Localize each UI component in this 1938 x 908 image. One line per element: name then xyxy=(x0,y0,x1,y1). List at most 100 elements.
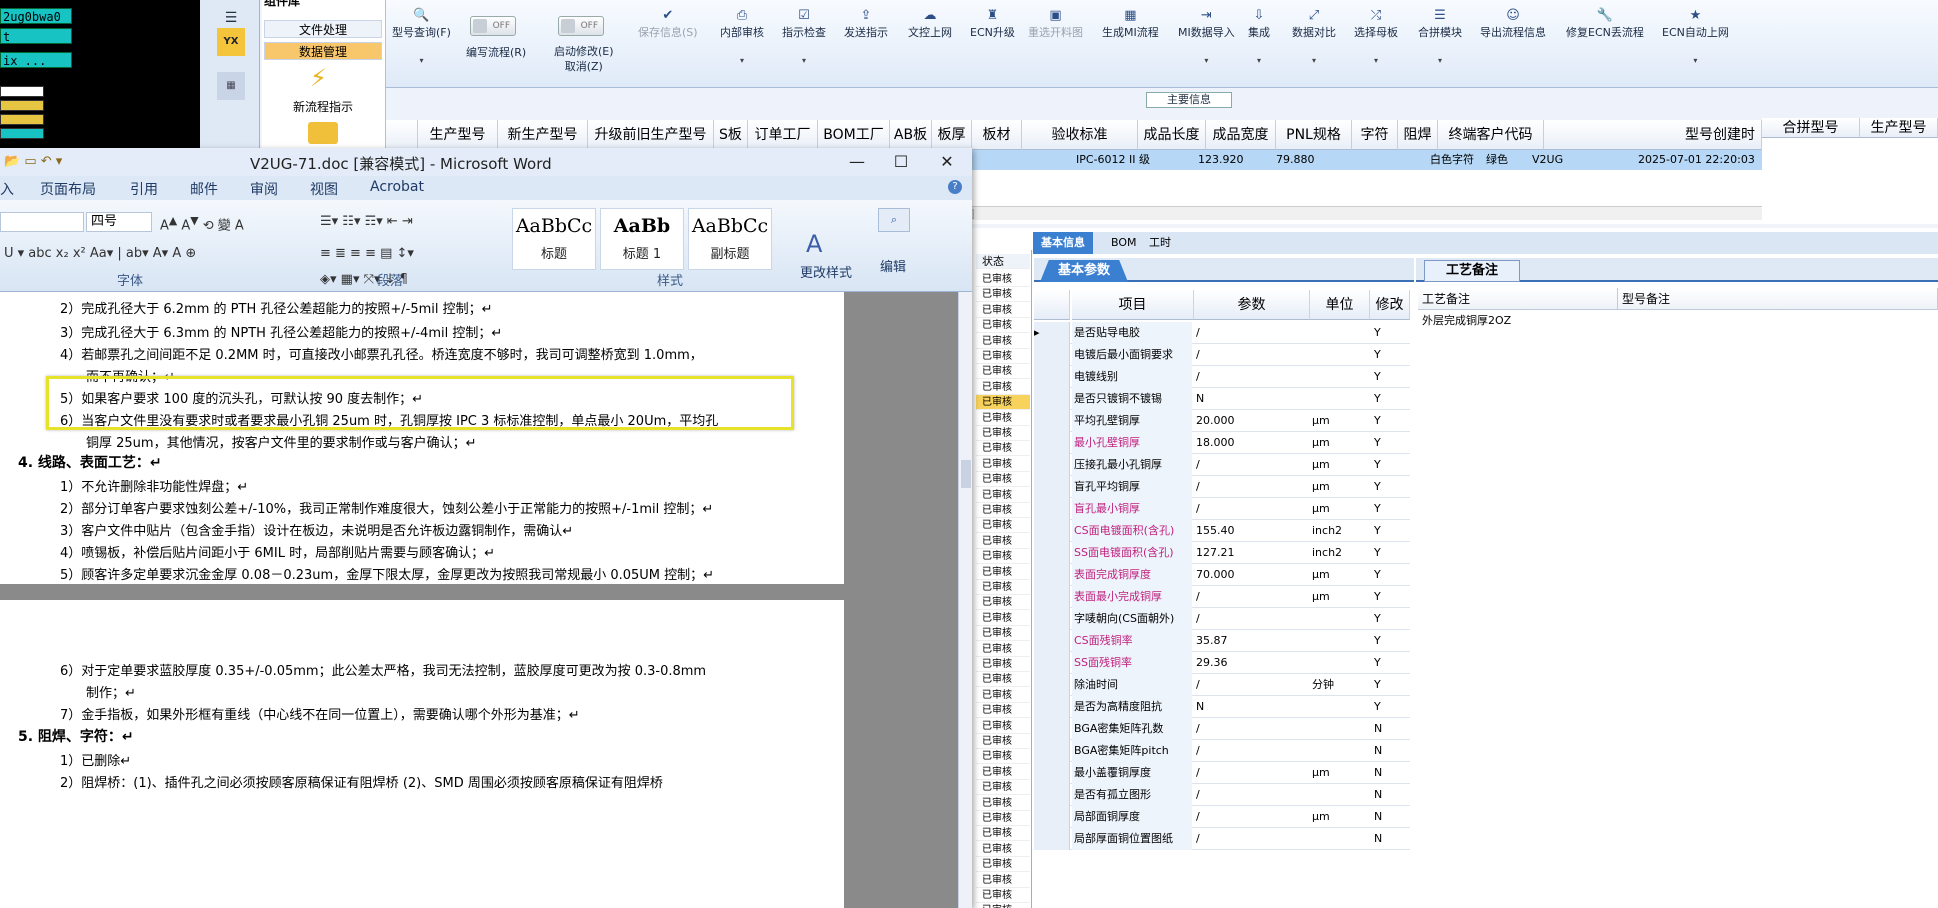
param-value[interactable]: / xyxy=(1194,476,1314,498)
status-cell[interactable]: 已审核 xyxy=(976,765,1030,780)
tab-review[interactable]: 审阅 xyxy=(250,179,278,199)
status-cell[interactable]: 已审核 xyxy=(976,503,1030,518)
font-format-icons[interactable]: U ▾ abc x₂ x² Aa▾ | ab▾ A▾ A ⊕ xyxy=(4,246,196,261)
param-row[interactable]: 局部厚面铜位置图纸 / N xyxy=(1034,828,1410,850)
edit-button[interactable]: 编辑 xyxy=(880,256,906,275)
status-cell[interactable]: 已审核 xyxy=(976,364,1030,380)
status-cell[interactable]: 已审核 xyxy=(976,826,1030,842)
ecn-auto-online-button[interactable]: ★ ECN自动上网 ▾ xyxy=(1662,8,1729,65)
col-header[interactable]: PNL规格 xyxy=(1276,120,1352,150)
status-cell[interactable]: 已审核 xyxy=(976,903,1030,908)
status-cell[interactable]: 已审核 xyxy=(976,518,1030,534)
param-row[interactable]: 局部面铜厚度 / μm N xyxy=(1034,806,1410,828)
send-instruction-button[interactable]: ⇪ 发送指示 xyxy=(844,8,888,40)
param-row[interactable]: 盲孔最小铜厚 / μm Y xyxy=(1034,498,1410,520)
status-cell[interactable]: 已审核 xyxy=(976,734,1030,749)
col-header[interactable]: 生产型号 xyxy=(418,120,498,150)
param-value[interactable]: / xyxy=(1194,784,1314,806)
select-mother-board-button[interactable]: ⤮ 选择母板 ▾ xyxy=(1354,8,1398,65)
status-cell[interactable]: 已审核 xyxy=(976,534,1030,549)
param-row[interactable]: 电镀线别 / Y xyxy=(1034,366,1410,388)
param-value[interactable]: / xyxy=(1194,608,1314,630)
tab-acrobat[interactable]: Acrobat xyxy=(370,179,424,195)
instruction-check-button[interactable]: ☑ 指示检查 ▾ xyxy=(782,8,826,65)
status-cell[interactable]: 已审核 xyxy=(976,642,1030,657)
quick-access-icons[interactable]: 📂 ▭ ↶ ▾ xyxy=(4,154,62,169)
tab-insert[interactable]: 入 xyxy=(0,179,14,199)
param-value[interactable]: / xyxy=(1194,718,1314,740)
help-icon[interactable]: ? xyxy=(948,180,962,194)
status-cell[interactable]: 已审核 xyxy=(976,595,1030,611)
param-row[interactable]: 最小盖覆铜厚度 / μm N xyxy=(1034,762,1410,784)
style-subtitle[interactable]: AaBbCc 副标题 xyxy=(688,208,772,270)
reselect-cut-button[interactable]: ▣ 重选开料图 xyxy=(1028,8,1083,40)
status-cell[interactable]: 已审核 xyxy=(976,780,1030,796)
param-row[interactable]: 电镀后最小面铜要求 / Y xyxy=(1034,344,1410,366)
tab-layout[interactable]: 页面布局 xyxy=(40,179,96,199)
tab-mailings[interactable]: 邮件 xyxy=(190,179,218,199)
tab-basic-params[interactable]: 基本参数 xyxy=(1040,260,1128,282)
param-value[interactable]: N xyxy=(1194,696,1314,718)
col-header[interactable]: 生产型号 xyxy=(1860,118,1938,138)
param-value[interactable]: / xyxy=(1194,806,1314,828)
status-cell[interactable]: 已审核 xyxy=(976,488,1030,503)
change-style-icon[interactable]: A xyxy=(806,230,822,258)
list-icons[interactable]: ☰▾ ☷▾ ☶▾ ⇤ ⇥ xyxy=(320,214,413,229)
status-cell[interactable]: 已审核 xyxy=(976,395,1030,411)
param-row[interactable]: 是否有孤立图形 / N xyxy=(1034,784,1410,806)
param-value[interactable]: / xyxy=(1194,322,1314,344)
param-row[interactable]: 字唛朝向(CS面朝外) / Y xyxy=(1034,608,1410,630)
param-row[interactable]: 平均孔壁铜厚 20.000 μm Y xyxy=(1034,410,1410,432)
param-row[interactable]: SS面残铜率 29.36 Y xyxy=(1034,652,1410,674)
status-cell[interactable]: 已审核 xyxy=(976,611,1030,626)
param-row[interactable]: 是否只镀铜不镀锡 N Y xyxy=(1034,388,1410,410)
fix-ecn-button[interactable]: 🔧 修复ECN丢流程 xyxy=(1566,8,1644,40)
status-cell[interactable]: 已审核 xyxy=(976,287,1030,303)
param-mod-header[interactable]: 修改 xyxy=(1370,290,1410,320)
col-header[interactable]: BOM工厂 xyxy=(818,120,890,150)
tab-basic-info[interactable]: 基本信息 xyxy=(1033,232,1093,254)
tab-references[interactable]: 引用 xyxy=(130,179,158,199)
param-value[interactable]: 20.000 xyxy=(1194,410,1314,432)
col-header[interactable]: 合拼型号 xyxy=(1762,118,1860,138)
status-cell[interactable]: 已审核 xyxy=(976,873,1030,888)
status-cell[interactable]: 已审核 xyxy=(976,411,1030,426)
param-row[interactable]: BGA密集矩阵pitch / N xyxy=(1034,740,1410,762)
font-name-box[interactable] xyxy=(0,212,84,232)
mi-data-import-button[interactable]: ⇥ MI数据导入 ▾ xyxy=(1178,8,1235,65)
align-icons[interactable]: ≡ ≣ ≡ ≡ ▤ ↕▾ xyxy=(320,246,414,261)
param-unit-header[interactable]: 单位 xyxy=(1310,290,1370,320)
integrate-button[interactable]: ⇩ 集成 ▾ xyxy=(1248,8,1270,65)
param-value[interactable]: / xyxy=(1194,762,1314,784)
find-icon[interactable]: ⌕ xyxy=(878,208,910,232)
param-value[interactable]: 127.21 xyxy=(1194,542,1314,564)
status-cell[interactable]: 已审核 xyxy=(976,349,1030,364)
param-value[interactable]: / xyxy=(1194,498,1314,520)
status-cell[interactable]: 已审核 xyxy=(976,626,1030,642)
menu-item-file[interactable]: 文件处理 xyxy=(264,20,382,38)
param-row[interactable]: 是否为高精度阻抗 N Y xyxy=(1034,696,1410,718)
craft-note-header[interactable]: 工艺备注 xyxy=(1418,288,1618,310)
param-value[interactable]: / xyxy=(1194,366,1314,388)
status-cell[interactable]: 已审核 xyxy=(976,303,1030,318)
status-cell[interactable]: 已审核 xyxy=(976,580,1030,595)
doc-control-upload-button[interactable]: ☁ 文控上网 xyxy=(908,8,952,40)
param-row[interactable]: SS面电镀面积(含孔) 127.21 inch2 Y xyxy=(1034,542,1410,564)
document-page[interactable]: 2）完成孔径大于 6.2mm 的 PTH 孔径公差超能力的按照+/-5mil 控… xyxy=(0,292,844,584)
style-heading[interactable]: AaBbCc 标题 xyxy=(512,208,596,270)
new-flow-link[interactable]: 新流程指示 xyxy=(264,98,382,116)
scroll-thumb[interactable] xyxy=(961,460,971,488)
status-cell[interactable]: 已审核 xyxy=(976,888,1030,903)
param-value[interactable]: 29.36 xyxy=(1194,652,1314,674)
param-value[interactable]: / xyxy=(1194,740,1314,762)
internal-review-button[interactable]: ⎙ 内部审核 ▾ xyxy=(720,8,764,65)
start-edit-toggle[interactable]: OFF xyxy=(558,16,604,36)
write-flow-toggle[interactable]: OFF xyxy=(470,16,516,36)
status-cell[interactable]: 已审核 xyxy=(976,719,1030,734)
vertical-scrollbar[interactable] xyxy=(958,292,972,908)
col-header[interactable]: 订单工厂 xyxy=(748,120,818,150)
param-value[interactable]: 18.000 xyxy=(1194,432,1314,454)
col-header[interactable]: 板材 xyxy=(972,120,1022,150)
param-row[interactable]: CS面残铜率 35.87 Y xyxy=(1034,630,1410,652)
col-header[interactable]: 板厚 xyxy=(932,120,972,150)
